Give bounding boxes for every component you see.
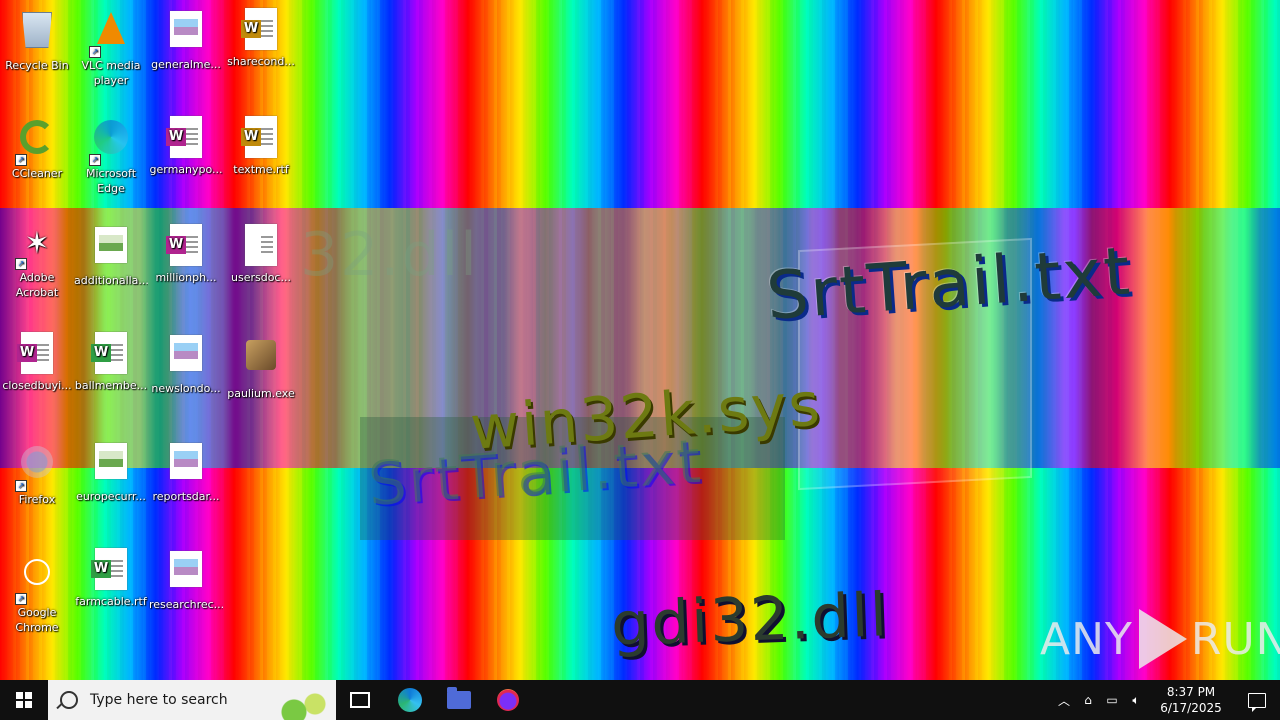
desktop-icon-label: germanypo... [149,163,223,176]
vlc-icon: ↗ [89,12,131,58]
watermark-right-text: RUN [1190,613,1280,665]
taskbar-clock[interactable]: 8:37 PM 6/17/2025 [1148,684,1234,716]
desktop-icon-recycle-bin[interactable]: Recycle Bin [0,8,74,73]
desktop-icon-usersdoc[interactable]: usersdoc... [224,224,298,285]
acrobat-icon: ✶ ↗ [15,224,57,270]
desktop-icon-label: closedbuyi... [2,379,72,392]
word-document-icon: W [166,116,206,160]
notification-center-button[interactable] [1234,680,1280,720]
taskbar: Type here to search ︿ ⌂ ▭ 🔈︎ 8:37 PM 6/1… [0,680,1280,720]
play-icon [1138,609,1187,669]
show-hidden-icons-chevron-icon[interactable]: ︿ [1052,680,1076,720]
desktop-icon-label: paulium.exe [227,387,295,400]
desktop-icon-millionph[interactable]: W millionph... [149,224,223,285]
desktop-icon-label: Recycle Bin [5,59,69,72]
image-file-icon [166,551,206,595]
image-file-icon [91,227,131,271]
taskbar-edge-button[interactable] [386,680,434,720]
task-view-icon [350,692,370,708]
system-tray: ︿ ⌂ ▭ 🔈︎ 8:37 PM 6/17/2025 [1052,680,1280,720]
start-button[interactable] [0,680,48,720]
desktop-icon-closedbuyi[interactable]: W closedbuyi... [0,332,74,393]
word-document-icon: W [166,224,206,268]
volume-icon[interactable]: 🔈︎ [1124,680,1148,720]
glitch-text-gdi32-ghost: 32.dll [300,220,479,290]
taskbar-search-box[interactable]: Type here to search [48,680,336,720]
desktop-icon-europecurr[interactable]: europecurr... [74,440,148,504]
desktop-icon-label: generalme... [151,58,221,71]
rtf-document-icon: W [241,116,281,160]
desktop-icon-label: ballmembe... [74,379,148,392]
desktop-icon-label: reportsdar... [152,490,220,503]
desktop-icon-label: CCleaner [11,167,63,180]
desktop-icon-ballmembe[interactable]: W ballmembe... [74,332,148,393]
usb-device-icon[interactable]: ⌂ [1076,680,1100,720]
desktop-icon-label: farmcable.rtf [75,595,147,608]
desktop-background: 32.dll SrtTrail.txt SrtTrail.txt win32k.… [0,0,1280,680]
desktop-icon-label: usersdoc... [231,271,291,284]
firefox-icon: ↗ [15,446,57,492]
taskbar-file-explorer-button[interactable] [435,680,483,720]
desktop-icon-google-chrome[interactable]: ↗ Google Chrome [0,548,74,635]
anyrun-watermark: ANY RUN [1040,608,1280,670]
network-icon[interactable]: ▭ [1100,680,1124,720]
desktop-icon-label: Adobe Acrobat [15,271,59,299]
desktop-icon-microsoft-edge[interactable]: ↗ Microsoft Edge [74,116,148,196]
desktop-icon-newslondo[interactable]: newslondo... [149,332,223,396]
word-document-icon: W [17,332,57,376]
rtf-document-icon: W [91,548,131,592]
desktop-icon-label: millionph... [155,271,217,284]
desktop-icon-label: europecurr... [76,490,146,503]
image-file-icon [166,443,206,487]
desktop-icon-generalme[interactable]: generalme... [149,8,223,72]
notification-icon [1248,692,1266,712]
desktop-icon-farmcable[interactable]: W farmcable.rtf [74,548,148,609]
firefox-icon [497,689,519,711]
desktop-icon-researchrec[interactable]: researchrec... [149,548,223,612]
desktop-icon-label: researchrec... [149,598,223,611]
clock-date: 6/17/2025 [1160,701,1222,715]
desktop-icon-label: Microsoft Edge [85,167,137,195]
desktop-icon-firefox[interactable]: ↗ Firefox [0,440,74,507]
desktop-icon-textme[interactable]: W textme.rtf [224,116,298,177]
desktop-icon-label: additionalla... [74,274,148,287]
search-highlight-graphic [266,680,336,720]
desktop-icon-label: Firefox [18,493,56,506]
desktop-icon-reportsdar[interactable]: reportsdar... [149,440,223,504]
desktop-icon-adobe-acrobat[interactable]: ✶ ↗ Adobe Acrobat [0,224,74,300]
watermark-left-text: ANY [1040,613,1133,665]
windows-logo-icon [16,692,32,708]
desktop-icon-label: sharecond... [227,55,295,68]
search-placeholder: Type here to search [90,692,228,708]
desktop-icon-label: VLC media player [81,59,141,87]
desktop-icon-label: Google Chrome [15,606,59,634]
desktop-icon-vlc[interactable]: ↗ VLC media player [74,8,148,88]
task-view-button[interactable] [336,680,384,720]
edge-icon [398,688,422,712]
recycle-bin-icon [17,12,57,56]
desktop-icon-ccleaner[interactable]: ↗ CCleaner [0,116,74,181]
installer-icon [241,340,281,384]
ccleaner-icon: ↗ [15,120,57,166]
desktop-icon-label: newslondo... [151,382,221,395]
image-file-icon [166,335,206,379]
desktop-icon-germanypo[interactable]: W germanypo... [149,116,223,177]
taskbar-firefox-button[interactable] [484,680,532,720]
rtf-document-icon: W [91,332,131,376]
rtf-document-icon: W [241,8,281,52]
desktop-icon-label: textme.rtf [233,163,289,176]
image-file-icon [91,443,131,487]
search-icon [60,691,78,709]
document-icon [241,224,281,268]
edge-icon: ↗ [89,120,131,166]
folder-icon [447,687,471,709]
glitch-text-gdi32: gdi32.dll [610,580,890,660]
chrome-icon: ↗ [15,559,57,605]
image-file-icon [166,11,206,55]
clock-time: 8:37 PM [1166,685,1216,699]
desktop-icon-additionalla[interactable]: additionalla... [74,224,148,288]
desktop-icon-sharecond[interactable]: W sharecond... [224,8,298,69]
desktop-icon-paulium[interactable]: paulium.exe [224,332,298,401]
